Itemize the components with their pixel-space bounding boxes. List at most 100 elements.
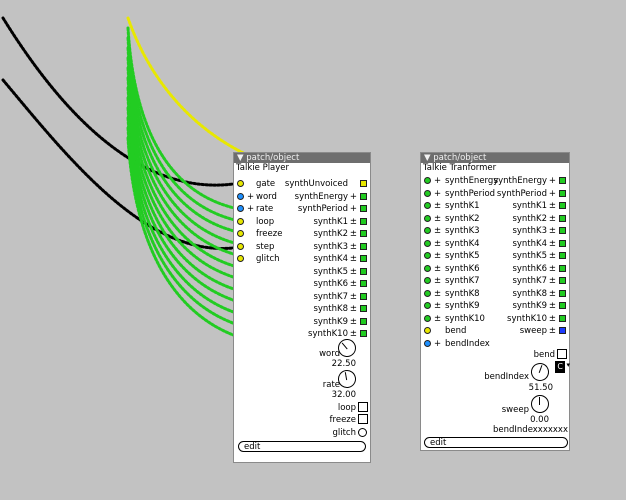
talkie-transformer-panel[interactable]: ▼ patch/object Talkie Tranformer + synthE…: [420, 152, 570, 451]
io-row: synthK7 ±: [234, 291, 370, 303]
inlet-label: bendIndex: [445, 338, 490, 349]
outlet-synthK1-port[interactable]: [559, 202, 566, 209]
inlet-bendIndex-port[interactable]: [424, 339, 431, 347]
outlet-synthK5-port[interactable]: [559, 252, 566, 259]
outlet-synthK2-port[interactable]: [360, 230, 367, 237]
inlet-label: synthK9: [445, 301, 480, 311]
outlet-sweep-port[interactable]: [559, 327, 566, 334]
outlet-synthK3-port[interactable]: [360, 242, 367, 250]
object-name: Talkie Tranformer: [423, 163, 497, 173]
inlet-sign: ±: [434, 263, 442, 274]
collapse-triangle-icon[interactable]: ▼: [237, 153, 244, 163]
outlet-label: synthEnergy: [493, 176, 547, 186]
outlet-label: synthK5: [313, 266, 348, 277]
bendindex-knob[interactable]: [528, 360, 552, 384]
outlet-label: synthK7: [313, 291, 348, 302]
outlet-label: synthK7: [512, 276, 547, 286]
edit-button[interactable]: edit: [238, 441, 366, 452]
edit-button[interactable]: edit: [424, 437, 568, 448]
io-row: synthK8 ±: [234, 303, 370, 315]
inlet-freeze-port[interactable]: [237, 230, 244, 237]
outlet-synthK5-port[interactable]: [360, 267, 367, 275]
inlet-synthK7-port[interactable]: [424, 277, 431, 284]
io-row: ± synthK4 synthK4 ±: [421, 238, 569, 250]
outlet-synthK9-port[interactable]: [360, 317, 367, 325]
outlet-synthK6-port[interactable]: [360, 280, 367, 287]
outlet-sign: ±: [349, 279, 357, 289]
inlet-synthPeriod-port[interactable]: [424, 189, 431, 197]
io-row: freeze synthK2 ±: [234, 228, 370, 240]
inlet-label: synthK5: [445, 251, 480, 261]
inlet-label: loop: [256, 216, 275, 227]
cable-black-2[interactable]: [1, 78, 242, 250]
inlet-glitch-port[interactable]: [237, 255, 244, 262]
inlet-synthK4-port[interactable]: [424, 239, 431, 247]
inlet-rate-port[interactable]: [237, 205, 244, 212]
outlet-sign: +: [349, 204, 357, 214]
inlet-synthK3-port[interactable]: [424, 227, 431, 234]
glitch-label: glitch: [332, 428, 356, 438]
outlet-label: synthK8: [313, 304, 348, 314]
collapse-triangle-icon[interactable]: ▼: [424, 153, 431, 163]
inlet-gate-port[interactable]: [237, 180, 244, 187]
panel-titlebar[interactable]: ▼ patch/object: [421, 153, 569, 163]
io-row: synthK5 ±: [234, 266, 370, 278]
dropdown-arrow-icon[interactable]: ▾: [566, 360, 570, 370]
outlet-synthEnergy-port[interactable]: [360, 192, 367, 200]
outlet-synthK7-port[interactable]: [559, 277, 566, 284]
inlet-step-port[interactable]: [237, 242, 244, 250]
sweep-param-label: sweep: [501, 405, 529, 415]
outlet-synthK10-port[interactable]: [360, 330, 367, 337]
outlet-synthK4-port[interactable]: [559, 239, 566, 247]
outlet-synthK3-port[interactable]: [559, 227, 566, 234]
outlet-synthK8-port[interactable]: [360, 305, 367, 312]
inlet-bend-port[interactable]: [424, 327, 431, 334]
bend-toggle[interactable]: [557, 349, 567, 359]
talkie-player-panel[interactable]: ▼ patch/object Talkie Player gate synthUn…: [233, 152, 371, 463]
outlet-synthUnvoiced-port[interactable]: [360, 180, 367, 187]
inlet-loop-port[interactable]: [237, 217, 244, 225]
inlet-label: synthK7: [445, 276, 480, 286]
inlet-synthK6-port[interactable]: [424, 264, 431, 272]
panel-titlebar[interactable]: ▼ patch/object: [234, 153, 370, 163]
freeze-toggle[interactable]: [358, 414, 368, 424]
io-row: + bendIndex: [421, 338, 569, 350]
loop-toggle[interactable]: [358, 402, 368, 412]
outlet-synthK2-port[interactable]: [559, 214, 566, 222]
bendindex-value: 51.50: [528, 383, 553, 393]
outlet-label: synthK2: [512, 213, 547, 224]
outlet-synthK7-port[interactable]: [360, 292, 367, 300]
outlet-synthK8-port[interactable]: [559, 289, 566, 297]
outlet-label: synthK8: [512, 288, 547, 299]
sweep-knob[interactable]: [531, 395, 549, 413]
glitch-bang-button[interactable]: [358, 428, 367, 437]
inlet-label: synthK10: [445, 313, 485, 324]
inlet-sign: ±: [434, 288, 442, 299]
cable-black-1[interactable]: [1, 16, 242, 187]
inlet-word-port[interactable]: [237, 192, 244, 200]
io-row: + word synthEnergy +: [234, 191, 370, 203]
outlet-synthEnergy-port[interactable]: [559, 177, 566, 184]
inlet-synthK10-port[interactable]: [424, 314, 431, 322]
outlet-sign: ±: [548, 251, 556, 261]
outlet-synthK6-port[interactable]: [559, 264, 566, 272]
bend-dropdown[interactable]: C: [555, 361, 565, 373]
inlet-synthK2-port[interactable]: [424, 214, 431, 222]
inlet-sign: ±: [434, 251, 442, 261]
outlet-sign: ±: [548, 301, 556, 311]
outlet-synthK1-port[interactable]: [360, 217, 367, 225]
outlet-synthK9-port[interactable]: [559, 302, 566, 309]
inlet-synthK8-port[interactable]: [424, 289, 431, 297]
inlet-synthK5-port[interactable]: [424, 252, 431, 259]
outlet-synthK10-port[interactable]: [559, 314, 566, 322]
outlet-sign: ±: [548, 213, 556, 224]
outlet-synthK4-port[interactable]: [360, 255, 367, 262]
inlet-synthK1-port[interactable]: [424, 202, 431, 209]
outlet-synthPeriod-port[interactable]: [559, 189, 566, 197]
outlet-synthPeriod-port[interactable]: [360, 205, 367, 212]
outlet-label: synthK10: [308, 329, 348, 339]
inlet-sign: +: [434, 176, 442, 186]
inlet-synthK9-port[interactable]: [424, 302, 431, 309]
inlet-synthEnergy-port[interactable]: [424, 177, 431, 184]
inlet-sign: ±: [434, 301, 442, 311]
